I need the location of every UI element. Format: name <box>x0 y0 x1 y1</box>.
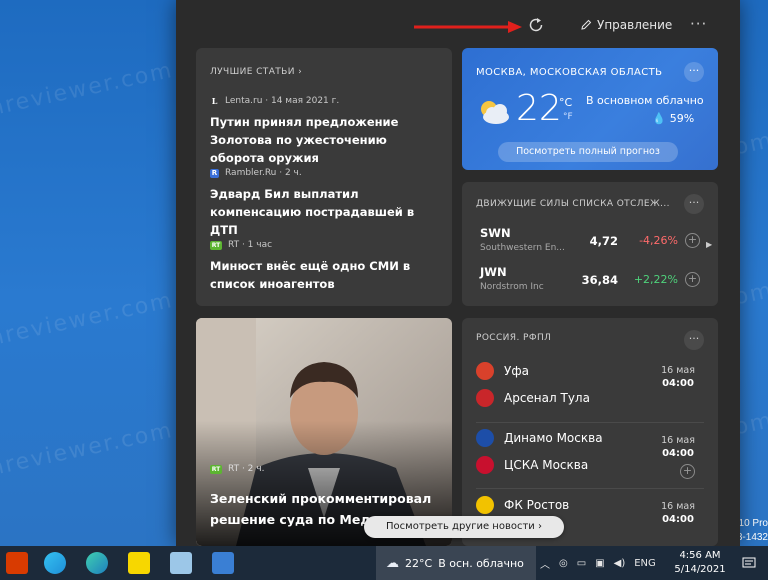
lenta-logo-icon: L <box>211 95 218 106</box>
dinamo-logo-icon <box>476 429 494 447</box>
weather-card[interactable]: МОСКВА, МОСКОВСКАЯ ОБЛАСТЬ ··· 22 °C °F … <box>462 48 718 170</box>
rostov-logo-icon <box>476 496 494 514</box>
battery-icon[interactable]: ▭ <box>577 558 586 569</box>
match-time: 04:00 <box>662 378 694 389</box>
widgets-panel: Управление ··· ЛУЧШИЕ СТАТЬИ › L Lenta.r… <box>176 0 740 546</box>
notification-icon[interactable] <box>742 556 756 570</box>
stock-name: Nordstrom Inc <box>480 282 544 292</box>
team-away: ЦСКА Москва <box>476 456 588 474</box>
story-headline: Эдвард Бил выплатил компенсацию пострада… <box>210 187 415 237</box>
divider <box>476 422 704 423</box>
story-item[interactable]: L Lenta.ru · 14 мая 2021 г. Путин принял… <box>210 96 444 167</box>
stock-price: 4,72 <box>589 234 618 248</box>
network-icon[interactable]: ▣ <box>595 558 604 569</box>
story-source: Lenta.ru · 14 мая 2021 г. <box>225 96 340 106</box>
more-news-button[interactable]: Посмотреть другие новости › <box>364 516 564 538</box>
match-date: 16 мая <box>661 501 695 512</box>
sports-more-button[interactable]: ··· <box>684 330 704 350</box>
sports-card: РОССИЯ. РФПЛ ··· Уфа Арсенал Тула 16 мая… <box>462 318 718 546</box>
featured-news-source: RT RT · 2 ч. <box>210 464 265 474</box>
weather-condition: В основном облачно <box>586 94 704 107</box>
taskbar: ☁ 22°C В осн. облачно ︿ ◎ ▭ ▣ ◀) ENG 4:5… <box>0 546 768 580</box>
desktop-edition-text: 10 Pro <box>738 518 768 529</box>
stock-symbol: SWN <box>480 226 511 240</box>
top-stories-card: ЛУЧШИЕ СТАТЬИ › L Lenta.ru · 14 мая 2021… <box>196 48 452 306</box>
app-icon[interactable] <box>212 552 234 574</box>
add-match-icon[interactable]: + <box>680 464 695 479</box>
full-forecast-button[interactable]: Посмотреть полный прогноз <box>498 142 678 162</box>
rt-logo-icon: RT <box>210 240 222 250</box>
match-date: 16 мая <box>661 365 695 376</box>
chevron-right-icon: › <box>298 67 303 77</box>
cloud-icon: ☁ <box>386 555 399 571</box>
team-home: Уфа <box>476 362 529 380</box>
story-headline: Минюст внёс ещё одно СМИ в список иноаге… <box>210 259 411 291</box>
camera-icon[interactable]: ◎ <box>559 558 568 569</box>
match-item[interactable]: Уфа Арсенал Тула 16 мая 04:00 <box>476 358 706 418</box>
team-home: ФК Ростов <box>476 496 569 514</box>
team-home: Динамо Москва <box>476 429 603 447</box>
story-source: Rambler.Ru · 2 ч. <box>225 168 302 178</box>
ufa-logo-icon <box>476 362 494 380</box>
stock-row[interactable]: SWN Southwestern En... 4,72 -4,26% + <box>480 226 700 260</box>
stock-price: 36,84 <box>581 273 618 287</box>
top-stories-title[interactable]: ЛУЧШИЕ СТАТЬИ › <box>210 67 302 77</box>
more-options-button[interactable]: ··· <box>690 15 707 33</box>
stocks-more-button[interactable]: ··· <box>684 194 704 214</box>
droplet-icon: 💧 <box>652 112 666 125</box>
rambler-logo-icon: R <box>210 168 219 178</box>
partly-cloudy-icon <box>481 101 509 124</box>
stock-symbol: JWN <box>480 265 507 279</box>
volume-icon[interactable]: ◀) <box>614 558 626 569</box>
stocks-next-icon[interactable]: ▶ <box>706 240 712 249</box>
cska-logo-icon <box>476 456 494 474</box>
match-date: 16 мая <box>661 435 695 446</box>
team-away: Арсенал Тула <box>476 389 590 407</box>
refresh-icon[interactable] <box>527 16 545 34</box>
widgets-header: Управление ··· <box>176 0 740 48</box>
chevron-up-icon[interactable]: ︿ <box>540 556 550 571</box>
add-stock-icon[interactable]: + <box>685 272 700 287</box>
manage-label: Управление <box>597 18 673 32</box>
stocks-card: ДВИЖУЩИЕ СИЛЫ СПИСКА ОТСЛЕЖ... ··· SWN S… <box>462 182 718 306</box>
story-headline: Путин принял предложение Золотова по уже… <box>210 115 399 165</box>
clock[interactable]: 4:56 AM 5/14/2021 <box>670 549 730 577</box>
story-item[interactable]: RT RT · 1 час Минюст внёс ещё одно СМИ в… <box>210 240 444 293</box>
weather-humidity: 💧 59% <box>652 112 695 125</box>
story-source: RT · 1 час <box>228 240 273 250</box>
chevron-right-icon: › <box>537 521 542 532</box>
celsius-toggle[interactable]: °C <box>559 96 572 109</box>
red-arrow-annotation <box>414 21 522 33</box>
fahrenheit-toggle[interactable]: °F <box>563 112 573 122</box>
rt-logo-icon: RT <box>210 464 222 474</box>
divider <box>476 488 704 489</box>
remote-desktop-app-icon[interactable] <box>170 552 192 574</box>
edge-can-app-icon[interactable] <box>44 552 66 574</box>
manage-button[interactable]: Управление <box>580 18 672 32</box>
taskbar-weather-button[interactable]: ☁ 22°C В осн. облачно <box>376 546 536 580</box>
sticky-notes-app-icon[interactable] <box>128 552 150 574</box>
edge-dev-app-icon[interactable] <box>86 552 108 574</box>
stocks-title[interactable]: ДВИЖУЩИЕ СИЛЫ СПИСКА ОТСЛЕЖ... <box>476 199 670 209</box>
match-time: 04:00 <box>662 514 694 525</box>
office-app-icon[interactable] <box>6 552 28 574</box>
stock-change: +2,22% <box>633 273 678 286</box>
desktop-build-text: 3-1432 <box>736 532 768 543</box>
weather-location: МОСКВА, МОСКОВСКАЯ ОБЛАСТЬ <box>476 67 663 78</box>
story-item[interactable]: R Rambler.Ru · 2 ч. Эдвард Бил выплатил … <box>210 168 444 239</box>
arsenal-logo-icon <box>476 389 494 407</box>
language-indicator[interactable]: ENG <box>634 558 656 569</box>
stock-change: -4,26% <box>639 234 678 247</box>
match-time: 04:00 <box>662 448 694 459</box>
weather-temperature: 22 <box>516 88 562 129</box>
add-stock-icon[interactable]: + <box>685 233 700 248</box>
weather-more-button[interactable]: ··· <box>684 62 704 82</box>
pencil-icon <box>581 19 592 30</box>
stock-row[interactable]: JWN Nordstrom Inc 36,84 +2,22% + <box>480 265 700 299</box>
featured-news-card[interactable]: RT RT · 2 ч. Зеленский прокомментировал … <box>196 318 452 546</box>
sports-title[interactable]: РОССИЯ. РФПЛ <box>476 333 551 343</box>
stock-name: Southwestern En... <box>480 243 565 253</box>
system-tray: ︿ ◎ ▭ ▣ ◀) ENG <box>540 546 656 580</box>
match-item[interactable]: Динамо Москва ЦСКА Москва 16 мая 04:00 + <box>476 428 706 488</box>
